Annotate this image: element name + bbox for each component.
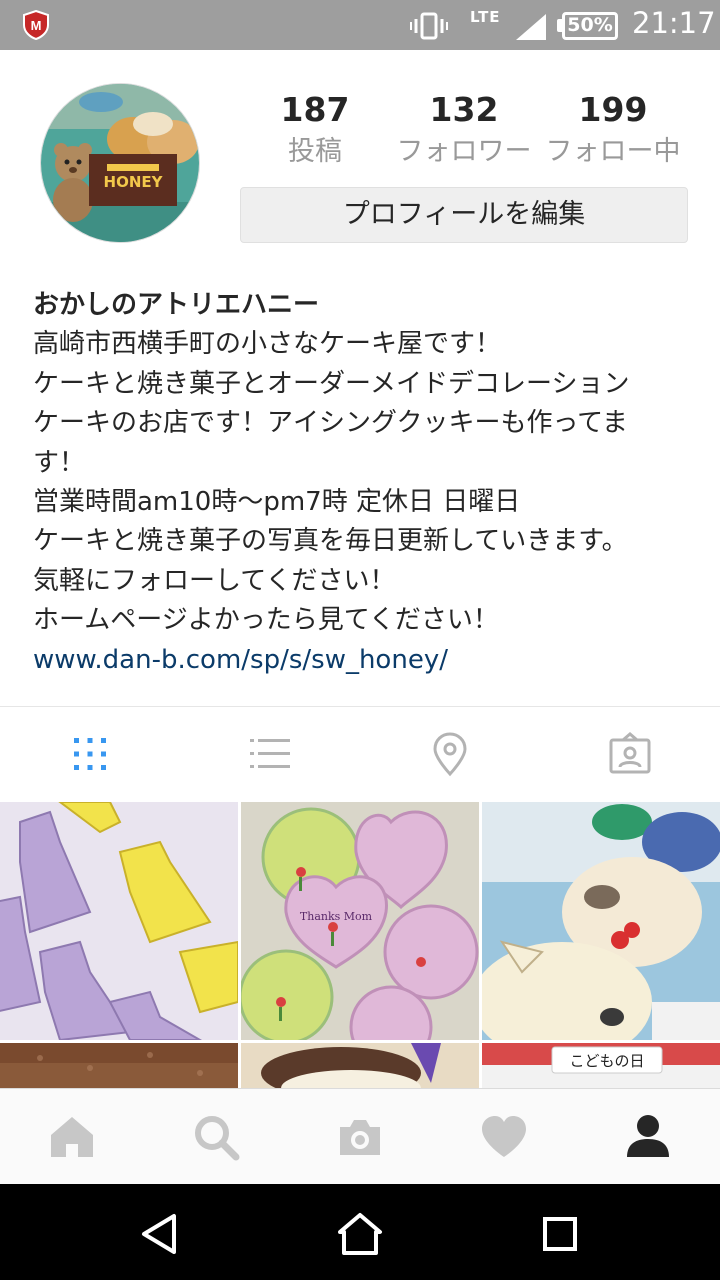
avatar-logo-text: HONEY	[104, 173, 164, 191]
photo-tile[interactable]	[0, 802, 238, 1040]
followers-number: 132	[429, 90, 499, 129]
search-icon[interactable]	[190, 1111, 242, 1163]
avatar-image: HONEY	[41, 84, 199, 242]
bio-line: ケーキと焼き菓子の写真を毎日更新していきます。	[33, 526, 628, 557]
section-divider	[0, 706, 720, 707]
back-icon[interactable]	[136, 1210, 184, 1258]
photo-tile[interactable]	[482, 802, 720, 1040]
photo-tile[interactable]	[0, 1043, 238, 1092]
grid-icon[interactable]	[66, 730, 114, 778]
bottom-navigation	[0, 1088, 720, 1184]
tagged-photos-icon[interactable]	[606, 730, 654, 778]
battery-level: 50%	[567, 14, 613, 36]
system-navigation-bar	[0, 1184, 720, 1280]
security-shield-icon: M	[23, 10, 49, 40]
home-icon[interactable]	[46, 1111, 98, 1163]
website-link[interactable]: www.dan-b.com/sp/s/sw_honey/	[33, 641, 693, 680]
heart-icon[interactable]	[478, 1111, 530, 1163]
following-label: フォロー中	[545, 136, 681, 167]
bio-line: ホームページよかったら見てください！	[33, 605, 499, 636]
bio-line: ケーキのお店です！アイシングクッキーも作ってま	[33, 408, 628, 439]
home-button-icon[interactable]	[336, 1210, 384, 1258]
battery-icon: 50%	[562, 12, 618, 40]
following-count[interactable]: 199 フォロー中	[538, 88, 688, 172]
photo-tile[interactable]	[241, 1043, 479, 1092]
location-pin-icon[interactable]	[426, 730, 474, 778]
list-icon[interactable]	[246, 730, 294, 778]
cookie-text: Thanks Mom	[300, 910, 373, 923]
network-type: LTE	[470, 8, 501, 26]
dress-cookies-photo	[0, 802, 238, 1040]
signal-icon	[516, 14, 546, 40]
mothers-day-cookies-photo: Thanks Mom	[241, 802, 479, 1040]
followers-label: フォロワー	[396, 136, 532, 167]
recent-apps-icon[interactable]	[536, 1210, 584, 1258]
bio-line: ケーキと焼き菓子とオーダーメイドデコレーション	[33, 368, 630, 399]
bio-line: 高崎市西横手町の小さなケーキ屋です！	[33, 329, 502, 360]
photo-tile[interactable]: こどもの日	[482, 1043, 720, 1092]
profile-bio: おかしのアトリエハニー 高崎市西横手町の小さなケーキ屋です！ ケーキと焼き菓子と…	[33, 286, 693, 680]
profile-icon[interactable]	[622, 1111, 674, 1163]
vibrate-icon	[410, 12, 448, 40]
photo-grid: Thanks Mom こどもの日	[0, 802, 720, 1092]
brownies-photo	[0, 1043, 238, 1092]
profile-avatar[interactable]: HONEY	[40, 83, 200, 243]
childrens-day-cake-photo: こどもの日	[482, 1043, 720, 1092]
clock: 21:17	[632, 6, 716, 40]
posts-label: 投稿	[288, 136, 342, 167]
following-number: 199	[578, 90, 648, 129]
svg-text:M: M	[31, 18, 42, 33]
camera-icon[interactable]	[334, 1111, 386, 1163]
edit-profile-button[interactable]: プロフィールを編集	[240, 187, 688, 243]
bio-line: す！	[33, 447, 86, 478]
posts-count[interactable]: 187 投稿	[240, 88, 390, 172]
bio-line: 気軽にフォローしてください！	[33, 565, 396, 596]
cat-cakes-photo	[482, 802, 720, 1040]
posts-number: 187	[280, 90, 350, 129]
photo-tile[interactable]: Thanks Mom	[241, 802, 479, 1040]
cake-plate-text: こどもの日	[569, 1052, 644, 1070]
decorated-cake-photo	[241, 1043, 479, 1092]
bio-line: 営業時間am10時〜pm7時 定休日 日曜日	[33, 487, 521, 518]
status-bar: M LTE 50% 21:17	[0, 0, 720, 50]
profile-name: おかしのアトリエハニー	[33, 290, 320, 320]
followers-count[interactable]: 132 フォロワー	[389, 88, 539, 172]
